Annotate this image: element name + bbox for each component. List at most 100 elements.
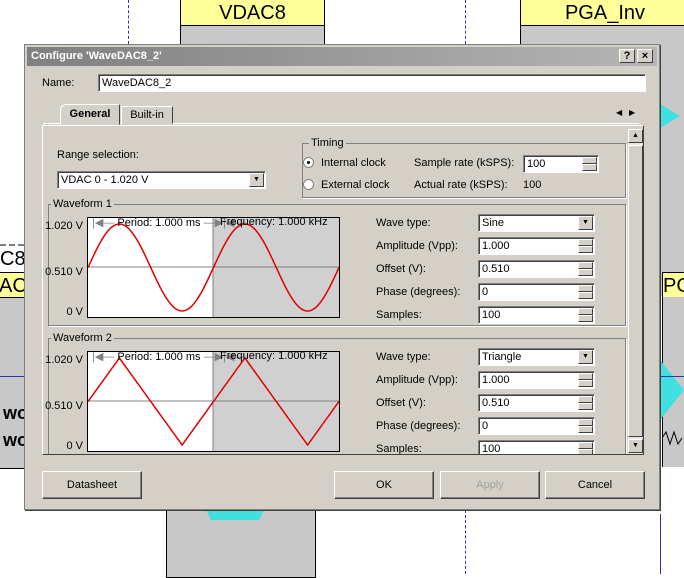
waveform-2-phase-input[interactable]: 0 [478, 417, 595, 435]
right-cyan-triangle-bottom [660, 360, 684, 420]
tab-built-in[interactable]: Built-in [121, 106, 173, 124]
waveform-1-group: Waveform 1 1.020 V 0.510 V 0 V |◀— Perio… [45, 198, 626, 326]
waveform-1-samples-label: Samples: [376, 309, 422, 321]
apply-button[interactable]: Apply [440, 471, 540, 499]
configure-dialog: Configure 'WaveDAC8_2' ? × Name: WaveDAC… [24, 44, 660, 510]
chevron-down-icon[interactable]: ▼ [578, 350, 593, 364]
tab-scroll-left-icon[interactable]: ◀ [616, 108, 622, 117]
left-block-partial-label-1: C8 [0, 248, 26, 270]
scroll-up-button[interactable]: ▲ [628, 129, 643, 143]
waveform-1-offset-spinner[interactable] [578, 262, 593, 276]
waveform-1-wave-type-label: Wave type: [376, 217, 431, 229]
vertical-scrollbar[interactable]: ▲ ▼ [628, 129, 643, 454]
waveform-2-y-bottom-label: 0 V [66, 440, 83, 452]
tab-scroll-right-icon[interactable]: ▶ [629, 108, 635, 117]
right-block-partial-body-top [660, 46, 684, 296]
waveform-2-wave-type-dropdown[interactable]: Triangle ▼ [478, 348, 595, 366]
waveform-2-plot[interactable]: |◀— Period: 1.000 ms —▶|◀— Frequency: 1.… [87, 351, 340, 452]
right-block-partial-header[interactable]: PG [662, 272, 684, 298]
waveform-2-samples-spinner[interactable] [578, 442, 593, 454]
waveform-2-group: Waveform 2 1.020 V 0.510 V 0 V |◀— Perio… [45, 332, 626, 455]
waveform-2-title: Waveform 2 [51, 332, 114, 344]
waveform-2-amplitude-label: Amplitude (Vpp): [376, 374, 458, 386]
sample-rate-value: 100 [527, 158, 546, 170]
waveform-1-period: Period: 1.000 ms [117, 217, 201, 229]
waveform-2-phase-spinner[interactable] [578, 419, 593, 433]
right-wire-bottom [660, 376, 684, 377]
scroll-thumb[interactable] [628, 145, 643, 437]
waveform-1-frequency-label: Frequency: 1.000 kHz [220, 217, 328, 228]
chevron-down-icon[interactable]: ▼ [578, 216, 593, 230]
wire-dash-left [128, 0, 129, 44]
waveform-1-phase-label: Phase (degrees): [376, 286, 461, 298]
waveform-1-samples-spinner[interactable] [578, 308, 593, 322]
ok-button[interactable]: OK [334, 471, 434, 499]
left-wire [0, 376, 24, 377]
internal-clock-radio[interactable] [303, 157, 314, 168]
waveform-1-amplitude-input[interactable]: 1.000 [478, 237, 595, 255]
waveform-2-offset-label: Offset (V): [376, 397, 426, 409]
waveform-2-frequency-label: Frequency: 1.000 kHz [220, 351, 328, 362]
sample-rate-label: Sample rate (kSPS): [414, 157, 515, 169]
waveform-1-amplitude-label: Amplitude (Vpp): [376, 240, 458, 252]
chevron-down-icon[interactable]: ▼ [249, 173, 264, 187]
actual-rate-label: Actual rate (kSPS): [414, 179, 508, 191]
left-block-partial-header[interactable]: AC [0, 272, 25, 298]
waveform-2-samples-input[interactable]: 100 [478, 440, 595, 454]
scroll-down-button[interactable]: ▼ [628, 439, 643, 453]
dialog-title: Configure 'WaveDAC8_2' [31, 50, 162, 62]
external-clock-radio[interactable] [303, 179, 314, 190]
waveform-1-samples-input[interactable]: 100 [478, 306, 595, 324]
range-selection-dropdown[interactable]: VDAC 0 - 1.020 V ▼ [57, 171, 266, 189]
waveform-1-y-mid-label: 0.510 V [45, 266, 83, 278]
dialog-title-bar[interactable]: Configure 'WaveDAC8_2' [27, 47, 657, 66]
internal-clock-label[interactable]: Internal clock [321, 157, 386, 169]
datasheet-button[interactable]: Datasheet [42, 471, 142, 499]
waveform-2-wave-type-label: Wave type: [376, 351, 431, 363]
waveform-2-offset-spinner[interactable] [578, 396, 593, 410]
cancel-button[interactable]: Cancel [545, 471, 645, 499]
waveform-1-svg [88, 218, 339, 317]
actual-rate-value: 100 [523, 179, 542, 191]
close-button[interactable]: × [637, 49, 653, 63]
waveform-1-plot[interactable]: |◀— Period: 1.000 ms —▶|◀— Frequency: 1.… [87, 217, 340, 318]
waveform-2-amplitude-spinner[interactable] [578, 373, 593, 387]
waveform-1-offset-input[interactable]: 0.510 [478, 260, 595, 278]
waveform-1-phase-input[interactable]: 0 [478, 283, 595, 301]
waveform-1-wave-type-dropdown[interactable]: Sine ▼ [478, 214, 595, 232]
bottom-wire-right [660, 514, 661, 574]
pga-inv-block-header[interactable]: PGA_Inv [520, 0, 684, 26]
waveform-2-wave-type-value: Triangle [482, 351, 522, 363]
waveform-1-offset-value: 0.510 [482, 263, 510, 275]
timing-group: Timing Internal clock External clock Sam… [302, 137, 626, 198]
waveform-2-phase-value: 0 [482, 420, 489, 432]
waveform-1-phase-value: 0 [482, 286, 489, 298]
waveform-2-offset-value: 0.510 [482, 397, 510, 409]
external-clock-label[interactable]: External clock [321, 179, 389, 191]
waveform-1-samples-value: 100 [482, 309, 501, 321]
vdac8-block-header[interactable]: VDAC8 [180, 0, 325, 26]
sample-rate-spinner[interactable] [582, 157, 597, 171]
waveform-1-amplitude-spinner[interactable] [578, 239, 593, 253]
wire-dash-mid [465, 0, 466, 44]
tab-general[interactable]: General [60, 104, 120, 125]
waveform-2-offset-input[interactable]: 0.510 [478, 394, 595, 412]
waveform-2-y-top-label: 1.020 V [45, 354, 83, 366]
sample-rate-input[interactable]: 100 [523, 155, 599, 173]
range-selection-label: Range selection: [57, 149, 139, 161]
name-label: Name: [42, 77, 75, 89]
waveform-1-y-top-label: 1.020 V [45, 220, 83, 232]
waveform-2-amplitude-value: 1.000 [482, 374, 510, 386]
help-button[interactable]: ? [619, 49, 635, 63]
waveform-1-phase-spinner[interactable] [578, 285, 593, 299]
waveform-1-wave-type-value: Sine [482, 217, 505, 229]
name-input[interactable]: WaveDAC8_2 [98, 74, 646, 92]
waveform-1-title: Waveform 1 [51, 198, 114, 210]
waveform-2-samples-label: Samples: [376, 443, 422, 455]
waveform-2-amplitude-input[interactable]: 1.000 [478, 371, 595, 389]
waveform-1-y-bottom-label: 0 V [66, 306, 83, 318]
right-cyan-triangle-top [660, 104, 680, 128]
bottom-wire-dash [465, 510, 466, 574]
general-tab-page: Range selection: VDAC 0 - 1.020 V ▼ Timi… [42, 125, 644, 455]
resistor-symbol [662, 430, 683, 446]
